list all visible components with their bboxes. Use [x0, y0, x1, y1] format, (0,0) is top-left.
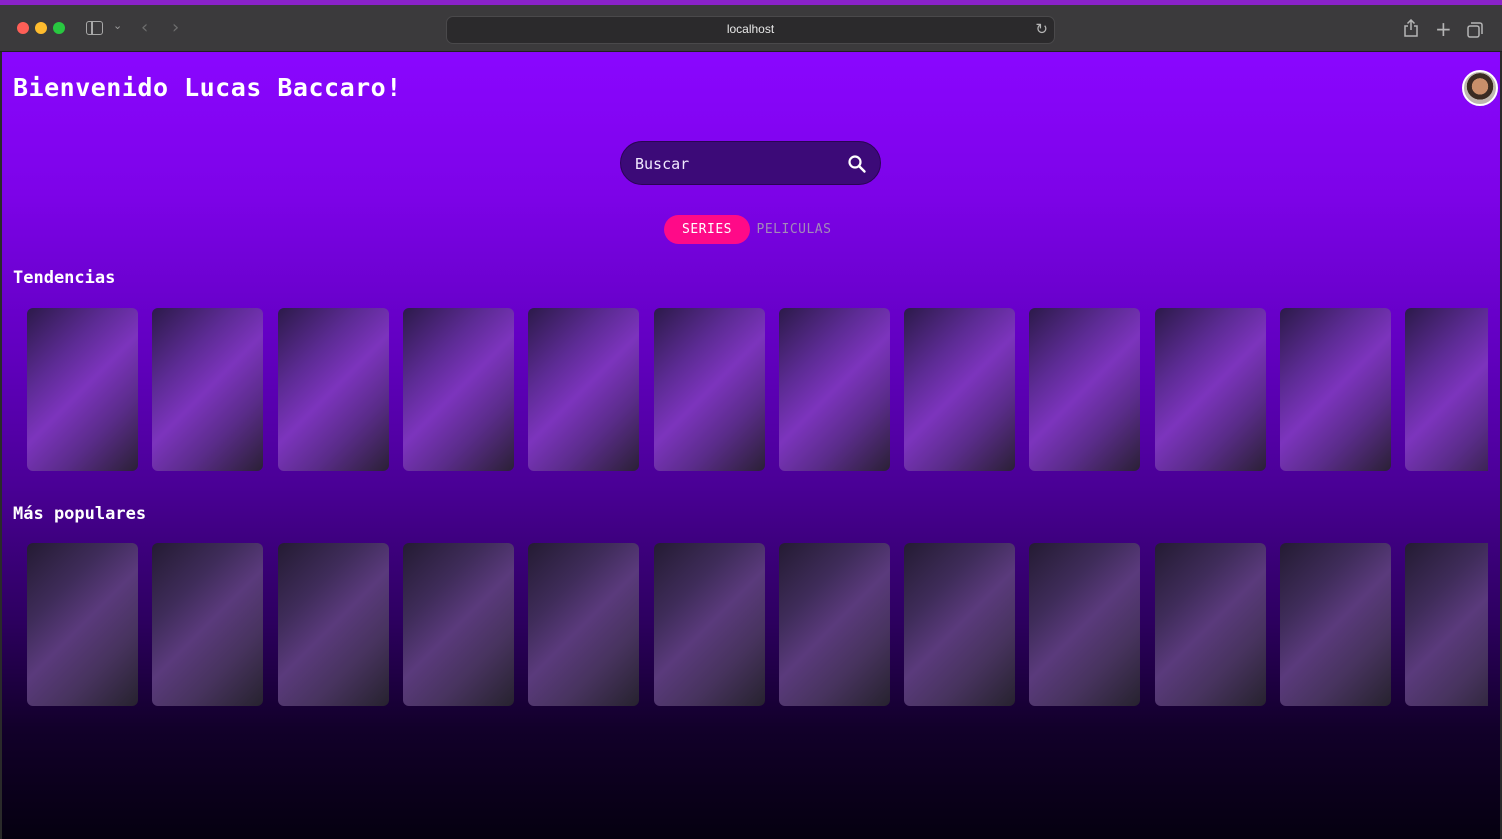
reload-icon[interactable]: ↻: [1035, 20, 1048, 38]
forward-arrow-icon[interactable]: ›: [172, 17, 179, 38]
close-window-button[interactable]: [17, 22, 29, 34]
search-box: [620, 141, 881, 185]
trending-card[interactable]: [1280, 308, 1391, 471]
sidebar-toggle-icon[interactable]: [86, 21, 103, 35]
minimize-window-button[interactable]: [35, 22, 47, 34]
popular-card[interactable]: [277, 543, 389, 706]
url-text: localhost: [726, 22, 775, 36]
tab-series[interactable]: SERIES: [664, 215, 750, 244]
trending-card[interactable]: [402, 308, 514, 471]
popular-card[interactable]: [1405, 543, 1488, 706]
trending-card[interactable]: [528, 308, 640, 471]
page: Bienvenido Lucas Baccaro! SERIES PELICUL…: [2, 52, 1500, 839]
popular-card[interactable]: [653, 543, 765, 706]
back-arrow-icon[interactable]: ‹: [141, 17, 148, 38]
address-bar[interactable]: localhost ↻: [446, 16, 1055, 44]
maximize-window-button[interactable]: [53, 22, 65, 34]
chevron-down-icon[interactable]: ⌄: [113, 19, 122, 32]
popular-card[interactable]: [904, 543, 1016, 706]
section-title-popular: Más populares: [13, 504, 147, 524]
trending-card[interactable]: [778, 308, 890, 471]
popular-card[interactable]: [1154, 543, 1266, 706]
popular-carousel[interactable]: [27, 543, 1488, 707]
trending-card[interactable]: [1154, 308, 1266, 471]
trending-card[interactable]: [1029, 308, 1141, 471]
tab-peliculas[interactable]: PELICULAS: [756, 215, 832, 244]
search-icon[interactable]: [847, 154, 867, 174]
trending-card[interactable]: [904, 308, 1016, 471]
popular-card[interactable]: [1280, 543, 1391, 706]
search-input[interactable]: [635, 152, 835, 176]
popular-card[interactable]: [1029, 543, 1141, 706]
browser-toolbar: ⌄ ‹ › localhost ↻ +: [0, 0, 1502, 52]
tab-overview-icon[interactable]: [1467, 22, 1483, 38]
section-title-trending: Tendencias: [13, 268, 116, 288]
popular-card[interactable]: [778, 543, 890, 706]
popular-card[interactable]: [27, 543, 138, 706]
trending-card[interactable]: [1405, 308, 1488, 471]
popular-card[interactable]: [528, 543, 640, 706]
welcome-heading: Bienvenido Lucas Baccaro!: [13, 73, 402, 102]
trending-card[interactable]: [277, 308, 389, 471]
popular-card[interactable]: [152, 543, 264, 706]
trending-card[interactable]: [152, 308, 264, 471]
trending-card[interactable]: [653, 308, 765, 471]
trending-carousel[interactable]: [27, 308, 1488, 472]
new-tab-icon[interactable]: +: [1435, 17, 1452, 41]
trending-card[interactable]: [27, 308, 138, 471]
share-icon[interactable]: [1403, 18, 1419, 37]
popular-card[interactable]: [402, 543, 514, 706]
avatar[interactable]: [1462, 70, 1498, 106]
